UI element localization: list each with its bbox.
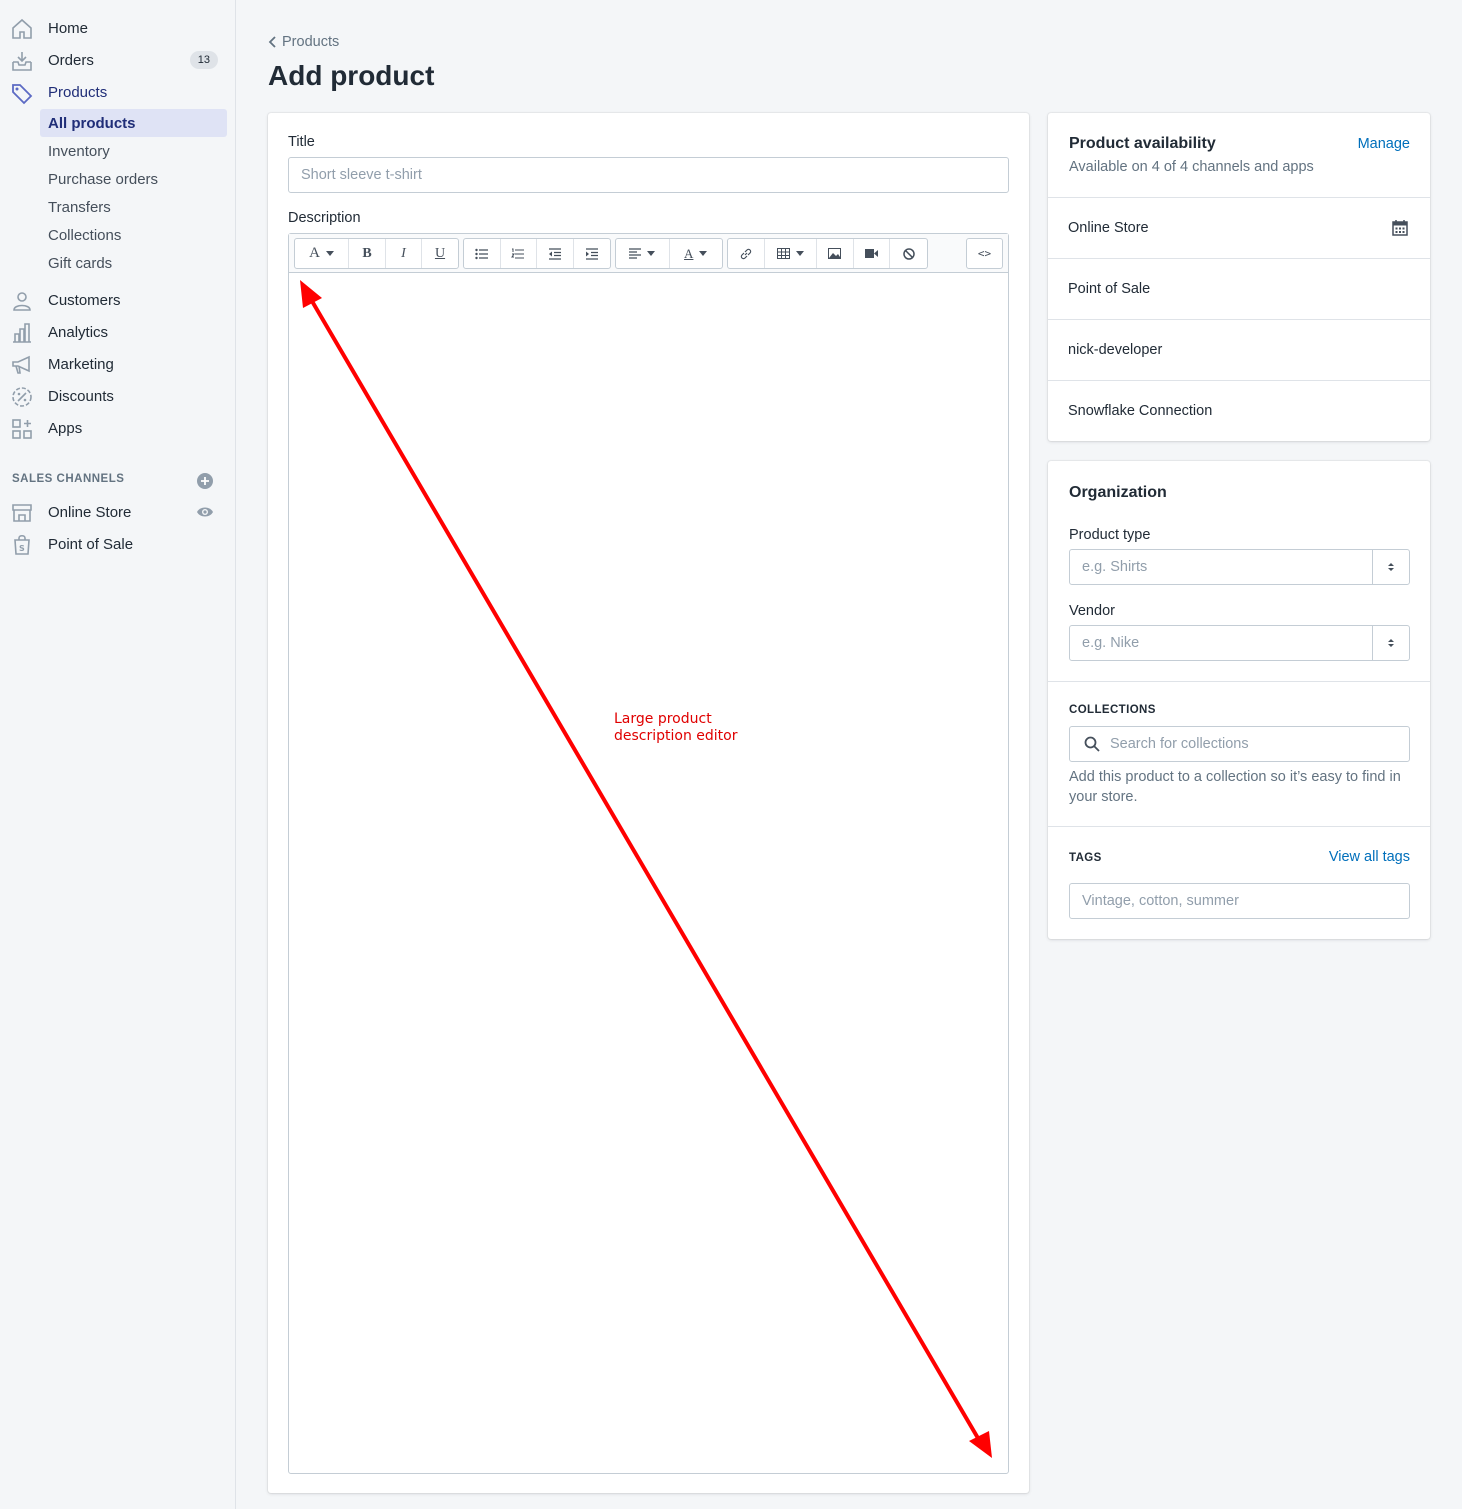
tags-placeholder: Vintage, cotton, summer [1082,893,1239,909]
collections-search-input[interactable]: Search for collections [1069,726,1410,762]
annotation-line-1: Large product [614,711,712,727]
vendor-select[interactable]: e.g. Nike [1069,625,1410,661]
product-type-stepper[interactable] [1372,550,1409,584]
product-type-select[interactable]: e.g. Shirts [1069,549,1410,585]
availability-title: Product availability [1069,135,1216,152]
organization-title: Organization [1069,484,1167,501]
product-type-placeholder: e.g. Shirts [1082,559,1148,575]
collections-help-line-1: Add this product to a collection so it’s… [1069,769,1401,785]
channel-name: Point of Sale [1068,281,1151,297]
channel-name: Online Store [1068,220,1149,236]
select-arrows-icon [1388,639,1394,647]
divider [1048,681,1430,682]
channel-row: Online Store [1048,197,1430,258]
tags-input[interactable]: Vintage, cotton, summer [1069,883,1410,919]
select-arrows-icon [1388,563,1394,571]
collections-help-text: Add this product to a collection so it’s… [1069,767,1401,807]
vendor-placeholder: e.g. Nike [1082,635,1140,651]
availability-subtitle: Available on 4 of 4 channels and apps [1069,159,1314,175]
channel-name: nick-developer [1068,342,1163,358]
collections-heading: COLLECTIONS [1069,704,1156,716]
search-icon [1084,736,1100,752]
view-all-tags-link[interactable]: View all tags [1329,849,1410,865]
organization-card: Organization Product type e.g. Shirts Ve… [1048,461,1430,939]
manage-link[interactable]: Manage [1358,136,1410,152]
collections-help-line-2: your store. [1069,789,1138,805]
channel-name: Snowflake Connection [1068,403,1213,419]
collections-placeholder: Search for collections [1110,736,1249,752]
channel-row: nick-developer [1048,319,1430,380]
vendor-label: Vendor [1069,603,1115,619]
vendor-stepper[interactable] [1372,626,1409,660]
annotation-line-2: description editor [614,728,738,744]
annotation-label: Large product description editor [614,711,738,745]
product-type-label: Product type [1069,527,1151,543]
tags-heading: TAGS [1069,852,1102,864]
channel-row: Snowflake Connection [1048,380,1430,441]
availability-card: Product availability Manage Available on… [1048,113,1430,441]
channel-row: Point of Sale [1048,258,1430,319]
divider [1048,826,1430,827]
calendar-icon[interactable] [1392,220,1408,236]
